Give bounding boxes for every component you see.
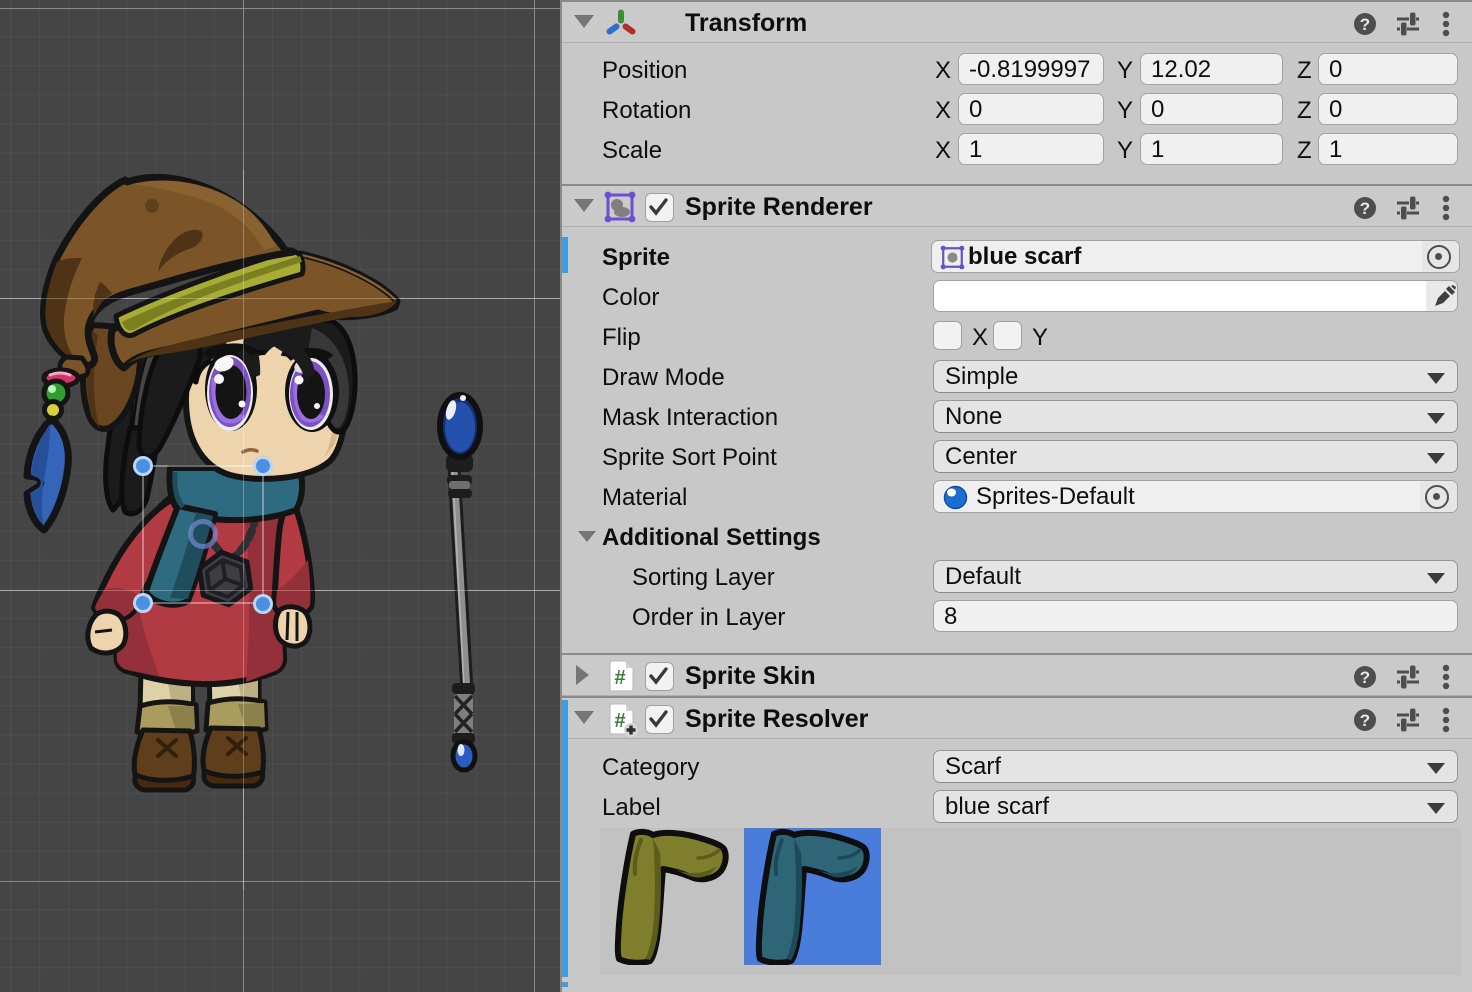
svg-text:#: #: [614, 710, 625, 732]
svg-text:?: ?: [1360, 711, 1370, 730]
svg-text:?: ?: [1360, 15, 1370, 34]
svg-text:?: ?: [1360, 668, 1370, 687]
svg-text:?: ?: [1360, 199, 1370, 218]
svg-text:#: #: [614, 667, 625, 689]
